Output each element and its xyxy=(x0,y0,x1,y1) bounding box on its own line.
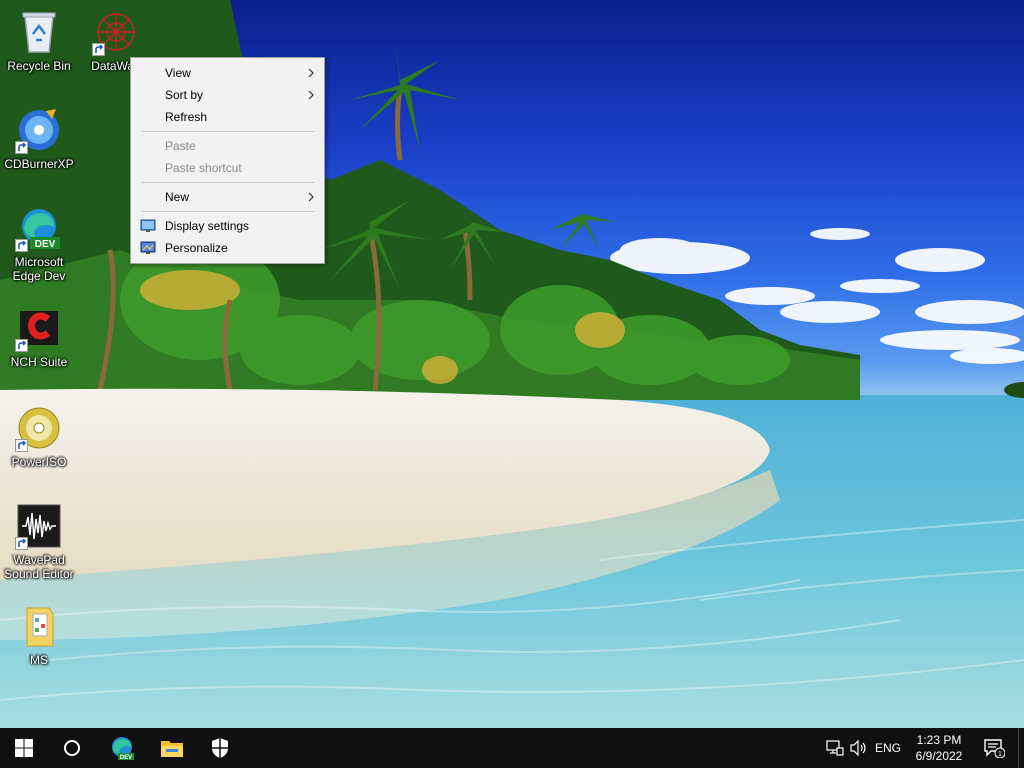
chevron-right-icon xyxy=(308,192,314,202)
desktop-icon-edge-dev[interactable]: DEV Microsoft Edge Dev xyxy=(1,204,77,283)
menu-item-label: Paste xyxy=(165,139,196,153)
menu-item-new[interactable]: New xyxy=(131,186,324,208)
desktop-icon-label: WavePad Sound Editor xyxy=(4,553,74,581)
chevron-right-icon xyxy=(308,90,314,100)
shortcut-arrow-icon xyxy=(15,439,28,452)
desktop-icon-cdburnerxp[interactable]: CDBurnerXP xyxy=(1,106,77,171)
menu-item-paste[interactable]: Paste xyxy=(131,135,324,157)
desktop-icon-label: CDBurnerXP xyxy=(4,157,74,171)
datawag-icon xyxy=(92,8,140,56)
desktop-icon-poweriso[interactable]: PowerISO xyxy=(1,404,77,469)
shortcut-arrow-icon xyxy=(92,43,105,56)
menu-item-label: Refresh xyxy=(165,110,208,124)
display-settings-icon xyxy=(140,219,156,232)
menu-separator xyxy=(141,211,314,212)
menu-item-paste-shortcut[interactable]: Paste shortcut xyxy=(131,157,324,179)
poweriso-icon xyxy=(15,404,63,452)
language-label: ENG xyxy=(874,741,901,755)
desktop-icon-label: NCH Suite xyxy=(10,355,68,369)
shortcut-arrow-icon xyxy=(15,537,28,550)
menu-item-sort-by[interactable]: Sort by xyxy=(131,84,324,106)
menu-item-display-settings[interactable]: Display settings xyxy=(131,215,324,237)
clock-date: 6/9/2022 xyxy=(915,749,963,763)
desktop-icon-nch-suite[interactable]: NCH Suite xyxy=(1,304,77,369)
menu-item-label: New xyxy=(165,190,190,204)
desktop-icon-label: MS xyxy=(30,653,48,667)
menu-separator xyxy=(141,131,314,132)
shortcut-arrow-icon xyxy=(15,339,28,352)
start-button[interactable] xyxy=(0,728,48,768)
desktop-icon-recycle-bin[interactable]: Recycle Bin xyxy=(1,8,77,73)
input-language-indicator[interactable]: ENG xyxy=(872,728,904,768)
network-tray-button[interactable] xyxy=(822,728,848,768)
shortcut-arrow-icon xyxy=(15,141,28,154)
menu-item-label: Display settings xyxy=(165,219,250,233)
start-icon xyxy=(15,739,33,757)
taskbar-edge-dev[interactable]: DEV xyxy=(98,728,146,768)
menu-item-label: View xyxy=(165,66,191,80)
desktop-icon-ms-folder[interactable]: MS xyxy=(1,602,77,667)
network-icon xyxy=(826,740,844,756)
menu-item-label: Personalize xyxy=(165,241,228,255)
search-circle-icon xyxy=(64,740,80,756)
menu-item-personalize[interactable]: Personalize xyxy=(131,237,324,259)
svg-text:DEV: DEV xyxy=(35,239,56,250)
volume-tray-button[interactable] xyxy=(848,728,870,768)
security-shield-icon xyxy=(212,738,228,758)
search-button[interactable] xyxy=(48,728,96,768)
recycle-bin-icon xyxy=(15,8,63,56)
personalize-icon xyxy=(140,241,156,254)
edge-dev-icon: DEV xyxy=(112,737,134,761)
taskbar: DEV ENG 1:23 PM 6/9/2022 1 xyxy=(0,728,1024,768)
svg-text:DEV: DEV xyxy=(120,755,132,761)
show-desktop-button[interactable] xyxy=(1018,728,1024,768)
desktop-icon-label: Microsoft Edge Dev xyxy=(12,255,66,283)
notification-icon: 1 xyxy=(984,739,1005,758)
menu-item-view[interactable]: View xyxy=(131,62,324,84)
edge-dev-icon: DEV xyxy=(15,204,63,252)
speaker-icon xyxy=(850,740,866,756)
cdburnerxp-icon xyxy=(15,106,63,154)
menu-item-label: Sort by xyxy=(165,88,204,102)
shortcut-arrow-icon xyxy=(15,239,28,252)
desktop-icon-label: PowerISO xyxy=(11,455,67,469)
desktop-context-menu: View Sort by Refresh Paste Paste shortcu… xyxy=(130,57,325,264)
taskbar-clock[interactable]: 1:23 PM 6/9/2022 xyxy=(906,732,972,764)
svg-text:1: 1 xyxy=(998,751,1002,758)
clock-time: 1:23 PM xyxy=(916,733,962,747)
wavepad-icon xyxy=(15,502,63,550)
menu-item-refresh[interactable]: Refresh xyxy=(131,106,324,128)
action-center-button[interactable]: 1 xyxy=(976,728,1012,768)
file-explorer-icon xyxy=(161,741,183,757)
menu-item-label: Paste shortcut xyxy=(165,161,242,175)
desktop-icon-wavepad[interactable]: WavePad Sound Editor xyxy=(1,502,77,581)
chevron-right-icon xyxy=(308,68,314,78)
menu-separator xyxy=(141,182,314,183)
taskbar-file-explorer[interactable] xyxy=(148,728,196,768)
taskbar-windows-security[interactable] xyxy=(196,728,244,768)
desktop-icon-label: Recycle Bin xyxy=(7,59,71,73)
folder-icon xyxy=(15,602,63,650)
nch-suite-icon xyxy=(15,304,63,352)
